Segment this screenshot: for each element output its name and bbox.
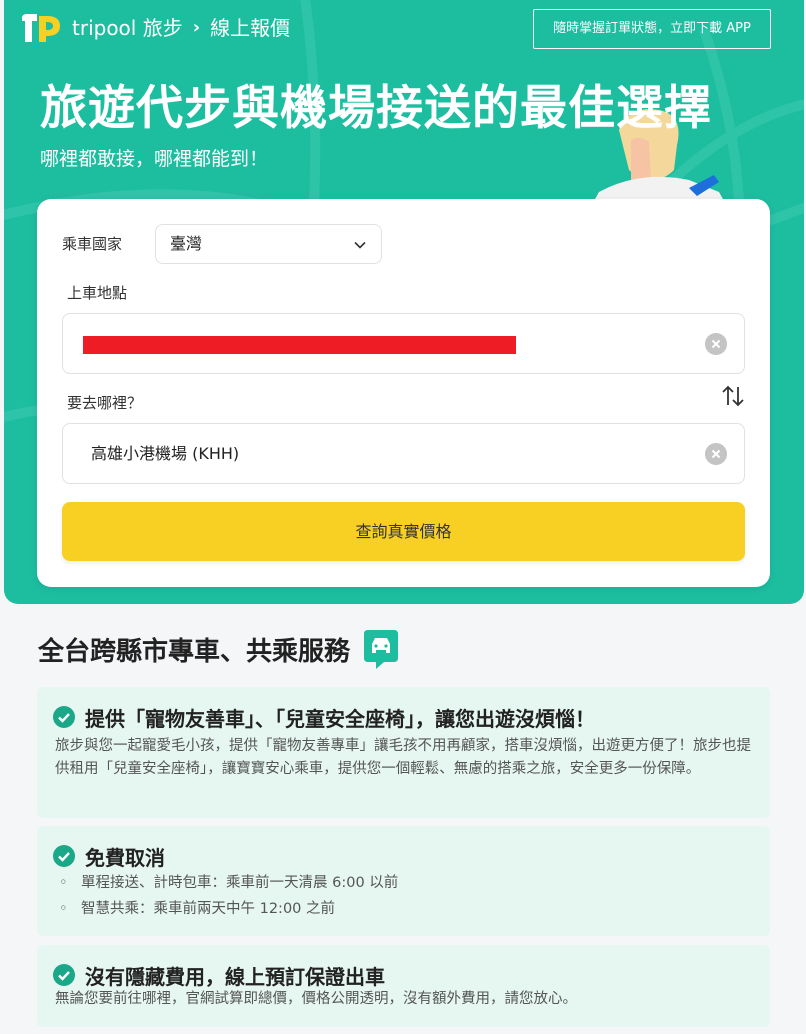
clear-icon[interactable] [705, 443, 727, 465]
feature-description: 無論您要前往哪裡，官網試算即總價，價格公開透明，沒有額外費用，請您放心。 [55, 991, 577, 1007]
chevron-down-icon [354, 241, 366, 249]
destination-value: 高雄小港機場 (KHH) [91, 444, 240, 463]
swap-icon[interactable] [720, 383, 746, 409]
redacted-address [83, 336, 516, 354]
feature-card-pet-child-seat: 提供「寵物友善車」、「兒童安全座椅」，讓您出遊沒煩惱！ 旅步與您一起寵愛毛小孩，… [37, 687, 770, 818]
feature-heading: 提供「寵物友善車」、「兒童安全座椅」，讓您出遊沒煩惱！ [53, 703, 595, 731]
check-circle-icon [53, 845, 75, 867]
chevron-right-icon: › [192, 17, 201, 38]
feature-title: 提供「寵物友善車」、「兒童安全座椅」，讓您出遊沒煩惱！ [85, 706, 595, 731]
breadcrumb: tripool 旅步 › 線上報價 [72, 15, 290, 41]
pickup-label: 上車地點 [67, 284, 128, 302]
brand-name[interactable]: tripool 旅步 [72, 15, 183, 41]
feature-heading: 沒有隱藏費用，線上預訂保證出車 [53, 961, 385, 989]
feature-description: 旅步與您一起寵愛毛小孩，提供「寵物友善專車」讓毛孩不用再顧家，搭車沒煩惱，出遊更… [55, 738, 751, 777]
hero-subtitle: 哪裡都敢接，哪裡都能到！ [40, 148, 269, 170]
booking-form-card: 乘車國家 臺灣 上車地點 要去哪裡？ 高雄小港機場 (KHH) 查詢真實價格 [37, 199, 770, 587]
list-item: 單程接送、計時包車：乘車前一天清晨 6:00 以前 [55, 872, 755, 895]
cancel-policy-list: 單程接送、計時包車：乘車前一天清晨 6:00 以前 智慧共乘：乘車前兩天中午 1… [55, 872, 755, 921]
hero-title: 旅遊代步與機場接送的最佳選擇 [40, 81, 712, 136]
tripool-logo-icon[interactable] [20, 12, 64, 44]
feature-card-no-hidden-fees: 沒有隱藏費用，線上預訂保證出車 無論您要前往哪裡，官網試算即總價，價格公開透明，… [37, 945, 770, 1027]
feature-title: 沒有隱藏費用，線上預訂保證出車 [85, 964, 385, 989]
feature-title: 免費取消 [85, 845, 165, 870]
car-icon [364, 630, 399, 669]
services-section-title: 全台跨縣市專車、共乘服務 [38, 628, 400, 670]
breadcrumb-current: 線上報價 [210, 16, 291, 40]
country-label: 乘車國家 [62, 235, 123, 253]
feature-heading: 免費取消 [53, 842, 165, 870]
destination-label: 要去哪裡？ [67, 394, 143, 412]
destination-input[interactable]: 高雄小港機場 (KHH) [62, 423, 745, 484]
check-circle-icon [53, 706, 75, 728]
download-app-button[interactable]: 隨時掌握訂單狀態，立即下載 APP [533, 9, 771, 49]
services-title-text: 全台跨縣市專車、共乘服務 [38, 636, 351, 667]
list-item: 智慧共乘：乘車前兩天中午 12:00 之前 [55, 898, 755, 921]
country-value: 臺灣 [170, 234, 203, 253]
country-select[interactable]: 臺灣 [155, 224, 382, 264]
check-circle-icon [53, 964, 75, 986]
query-price-button[interactable]: 查詢真實價格 [62, 502, 745, 561]
clear-icon[interactable] [705, 333, 727, 355]
feature-card-free-cancel: 免費取消 單程接送、計時包車：乘車前一天清晨 6:00 以前 智慧共乘：乘車前兩… [37, 826, 770, 936]
pickup-input[interactable] [62, 313, 745, 374]
top-navbar: tripool 旅步 › 線上報價 隨時掌握訂單狀態，立即下載 APP [4, 0, 804, 56]
